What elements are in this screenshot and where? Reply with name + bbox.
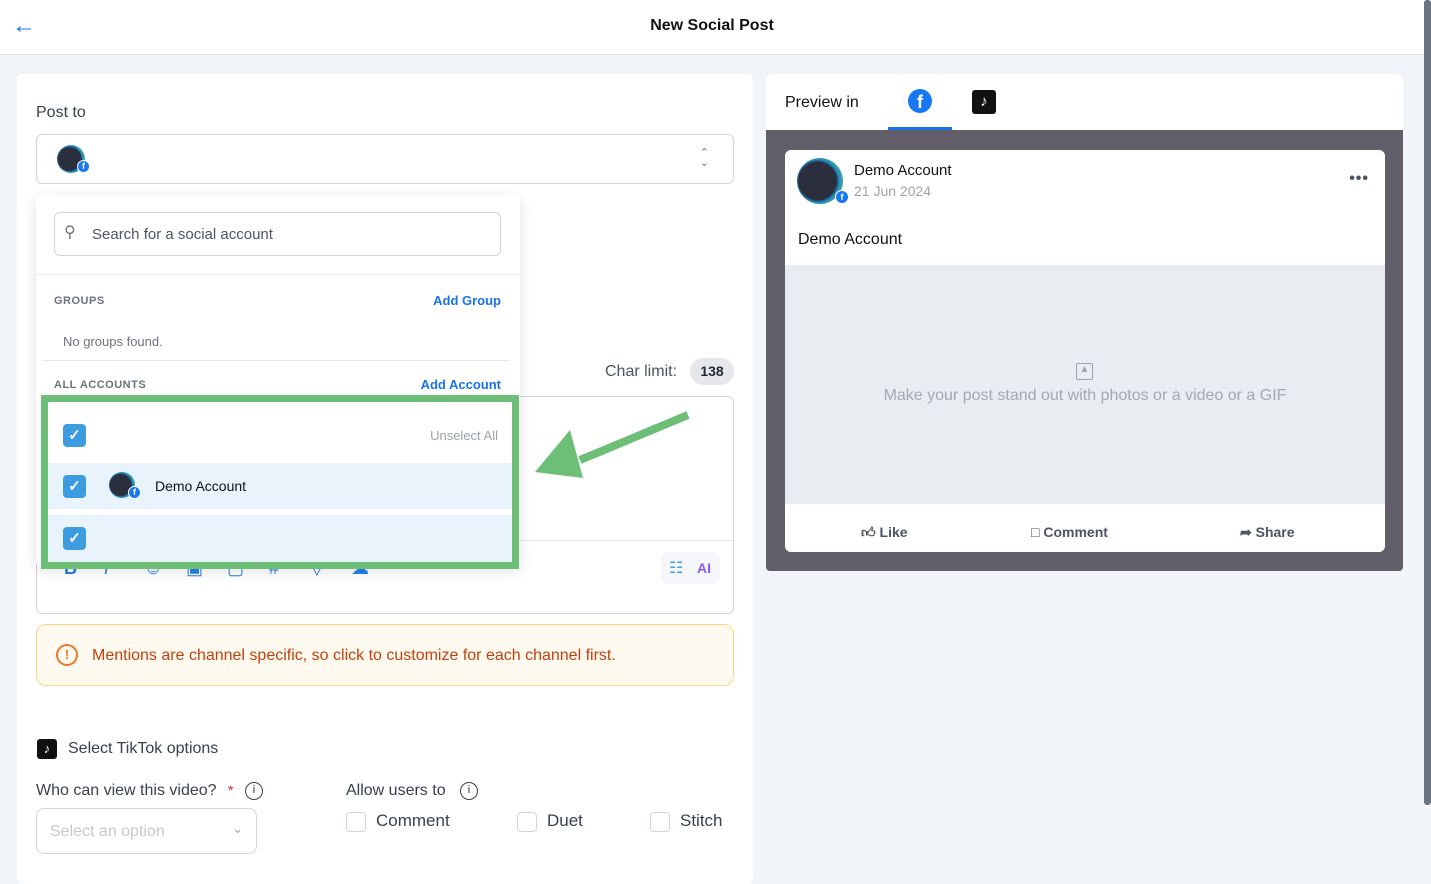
char-limit-count: 138 bbox=[690, 358, 734, 385]
ai-label: AI bbox=[697, 560, 711, 576]
all-accounts-heading: ALL ACCOUNTS bbox=[54, 379, 147, 391]
mentions-warning: ! Mentions are channel specific, so clic… bbox=[36, 624, 734, 686]
search-icon: ⚲ bbox=[64, 224, 76, 241]
media-placeholder: ▲ Make your post stand out with photos o… bbox=[785, 265, 1385, 504]
account-row[interactable]: ✓ bbox=[48, 515, 512, 562]
account-name: Demo Account bbox=[155, 478, 247, 494]
preview-post-text: Demo Account bbox=[798, 231, 903, 248]
share-button[interactable]: ➦ Share bbox=[1240, 524, 1295, 541]
like-button[interactable]: 👍︎ Like bbox=[861, 524, 908, 541]
no-groups-text: No groups found. bbox=[63, 334, 163, 349]
facebook-badge-icon: f bbox=[128, 486, 141, 499]
chevron-down-icon: ⌄ bbox=[232, 821, 243, 836]
add-account-link[interactable]: Add Account bbox=[421, 377, 501, 392]
account-checkbox[interactable]: ✓ bbox=[63, 475, 86, 498]
char-limit-label: Char limit: bbox=[605, 363, 678, 380]
warning-icon: ! bbox=[56, 644, 78, 666]
allow-users-label: Allow users to bbox=[346, 782, 446, 799]
comment-icon: □ bbox=[1031, 524, 1040, 540]
ai-button[interactable]: ☷ AI bbox=[661, 552, 720, 584]
info-icon[interactable]: i bbox=[245, 782, 263, 800]
post-to-label: Post to bbox=[36, 104, 86, 121]
info-icon[interactable]: i bbox=[460, 782, 478, 800]
image-icon: ▲ bbox=[1076, 363, 1093, 380]
visibility-select[interactable]: Select an option ⌄ bbox=[36, 808, 257, 854]
facebook-badge-icon: f bbox=[77, 160, 90, 173]
duet-checkbox[interactable]: Duet bbox=[517, 811, 583, 832]
tiktok-options-title: Select TikTok options bbox=[68, 740, 219, 757]
select-placeholder: Select an option bbox=[50, 823, 165, 840]
who-can-view-label: Who can view this video? bbox=[36, 782, 217, 799]
page-title: New Social Post bbox=[650, 17, 774, 34]
search-placeholder: Search for a social account bbox=[92, 226, 273, 243]
tab-facebook[interactable]: f bbox=[888, 74, 952, 130]
facebook-post-preview: f Demo Account 21 Jun 2024 ••• Demo Acco… bbox=[785, 150, 1385, 552]
preview-account-name: Demo Account bbox=[854, 162, 952, 179]
scrollbar[interactable] bbox=[1424, 0, 1431, 805]
more-options-icon[interactable]: ••• bbox=[1349, 170, 1369, 188]
facebook-icon: f bbox=[908, 89, 932, 113]
tab-tiktok[interactable]: ♪ bbox=[972, 90, 996, 114]
account-row[interactable]: ✓ f Demo Account bbox=[48, 463, 512, 509]
account-selector[interactable]: f ⌃ ⌄ bbox=[36, 134, 734, 184]
highlight-box: ✓ Unselect All ✓ f Demo Account ✓ bbox=[41, 395, 519, 569]
thumbs-up-icon: 👍︎ bbox=[861, 524, 876, 540]
chevron-updown-icon: ⌃ ⌄ bbox=[699, 147, 709, 169]
preview-label: Preview in bbox=[785, 94, 859, 111]
comment-checkbox[interactable]: Comment bbox=[346, 811, 450, 832]
account-checkbox[interactable]: ✓ bbox=[63, 527, 86, 550]
tiktok-icon: ♪ bbox=[37, 739, 57, 759]
stitch-checkbox[interactable]: Stitch bbox=[650, 811, 723, 832]
unselect-all-button[interactable]: Unselect All bbox=[430, 428, 498, 443]
select-all-checkbox[interactable]: ✓ bbox=[63, 424, 86, 447]
top-bar: ← New Social Post bbox=[0, 0, 1424, 55]
preview-date: 21 Jun 2024 bbox=[854, 183, 932, 199]
add-group-link[interactable]: Add Group bbox=[433, 293, 501, 308]
warning-text: Mentions are channel specific, so click … bbox=[92, 647, 616, 664]
robot-icon: ☷ bbox=[669, 560, 684, 577]
required-marker: * bbox=[228, 782, 234, 798]
preview-panel: Preview in f ♪ f Demo Account 21 Jun 202… bbox=[766, 74, 1403, 571]
annotation-arrow bbox=[535, 411, 690, 478]
share-icon: ➦ bbox=[1240, 524, 1252, 540]
groups-heading: GROUPS bbox=[54, 295, 105, 307]
comment-button[interactable]: □ Comment bbox=[1031, 524, 1108, 540]
media-hint: Make your post stand out with photos or … bbox=[883, 387, 1287, 404]
search-account-input[interactable]: ⚲ Search for a social account bbox=[54, 212, 501, 256]
facebook-badge-icon: f bbox=[835, 190, 849, 204]
